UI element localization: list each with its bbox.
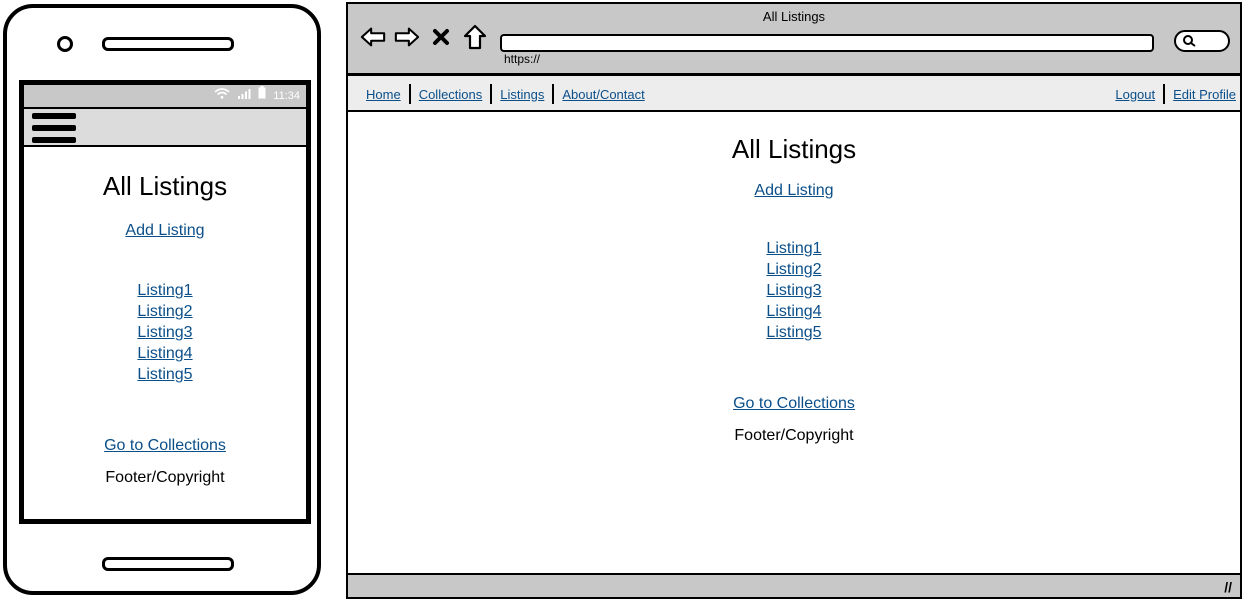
site-nav: Home Collections Listings About/Contact … (348, 76, 1240, 112)
phone-mockup: 11:34 All Listings Add Listing Listing1 … (3, 4, 321, 595)
browser-window: All Listings https:// Home Collections L… (346, 2, 1242, 599)
battery-icon (258, 86, 269, 102)
forward-arrow-icon[interactable] (394, 24, 420, 50)
listing-link-2[interactable]: Listing2 (348, 259, 1240, 280)
search-icon (1182, 34, 1198, 53)
resize-handle-icon[interactable]: // (1224, 579, 1232, 595)
nav-left: Home Collections Listings About/Contact (366, 84, 645, 104)
listing-link-4[interactable]: Listing4 (24, 343, 306, 364)
add-listing-link[interactable]: Add Listing (754, 182, 833, 200)
nav-divider (490, 84, 493, 104)
nav-listings[interactable]: Listings (500, 87, 544, 102)
wifi-icon (214, 88, 233, 102)
listing-link-5[interactable]: Listing5 (24, 364, 306, 385)
listing-list: Listing1 Listing2 Listing3 Listing4 List… (348, 238, 1240, 343)
listing-link-5[interactable]: Listing5 (348, 322, 1240, 343)
nav-divider (1163, 84, 1166, 104)
listing-link-1[interactable]: Listing1 (24, 280, 306, 301)
nav-about-contact[interactable]: About/Contact (562, 87, 644, 102)
nav-logout[interactable]: Logout (1115, 87, 1155, 102)
status-time: 11:34 (273, 90, 300, 102)
address-url: https:// (504, 52, 541, 66)
browser-toolbar: All Listings https:// (348, 4, 1240, 76)
nav-edit-profile[interactable]: Edit Profile (1173, 87, 1236, 102)
signal-icon (237, 89, 254, 102)
search-button[interactable] (1174, 30, 1230, 52)
go-to-collections-link[interactable]: Go to Collections (104, 437, 226, 455)
back-arrow-icon[interactable] (360, 24, 386, 50)
window-title: All Listings (762, 9, 826, 24)
home-icon[interactable] (462, 24, 488, 50)
phone-screen: 11:34 All Listings Add Listing Listing1 … (19, 80, 311, 524)
footer-copyright: Footer/Copyright (105, 469, 225, 486)
phone-camera (57, 36, 73, 52)
footer-copyright: Footer/Copyright (734, 427, 854, 444)
listing-link-1[interactable]: Listing1 (348, 238, 1240, 259)
mobile-content: All Listings Add Listing Listing1 Listin… (24, 171, 306, 487)
hamburger-menu-icon[interactable] (32, 113, 76, 145)
address-bar[interactable] (500, 34, 1154, 52)
nav-home[interactable]: Home (366, 87, 401, 102)
nav-divider (408, 84, 411, 104)
listing-list: Listing1 Listing2 Listing3 Listing4 List… (24, 280, 306, 385)
phone-home-button[interactable] (102, 557, 234, 571)
go-to-collections-link[interactable]: Go to Collections (733, 395, 855, 413)
nav-collections[interactable]: Collections (419, 87, 483, 102)
close-icon[interactable] (428, 24, 454, 50)
listing-link-3[interactable]: Listing3 (24, 322, 306, 343)
browser-content: All Listings Add Listing Listing1 Listin… (348, 134, 1240, 445)
nav-divider (552, 84, 555, 104)
listing-link-3[interactable]: Listing3 (348, 280, 1240, 301)
nav-right: Logout Edit Profile (1115, 84, 1236, 104)
browser-status-bar: // (348, 573, 1240, 597)
add-listing-link[interactable]: Add Listing (125, 222, 204, 240)
phone-speaker (102, 37, 234, 51)
page-title: All Listings (102, 171, 228, 201)
browser-nav-icons (360, 24, 488, 50)
listing-link-2[interactable]: Listing2 (24, 301, 306, 322)
mobile-header (24, 107, 306, 147)
listing-link-4[interactable]: Listing4 (348, 301, 1240, 322)
page-title: All Listings (731, 134, 857, 164)
status-bar: 11:34 (24, 85, 306, 107)
